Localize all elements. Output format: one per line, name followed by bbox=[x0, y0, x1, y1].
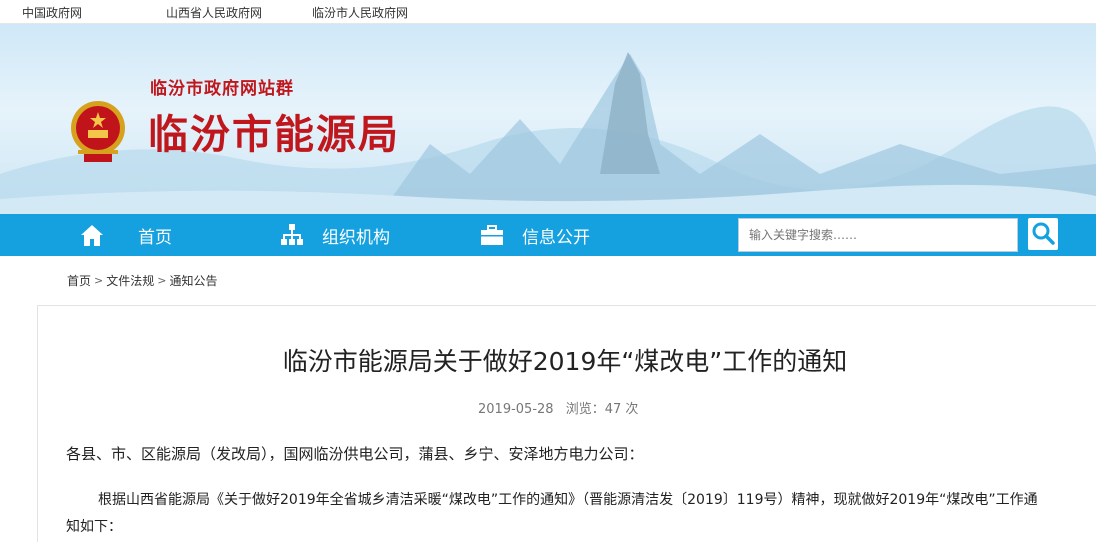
link-shanxi-gov[interactable]: 山西省人民政府网 bbox=[166, 4, 262, 21]
nav-info[interactable]: 信息公开 bbox=[480, 214, 590, 256]
nav-info-label: 信息公开 bbox=[522, 227, 590, 248]
article-title: 临汾市能源局关于做好2019年“煤改电”工作的通知 bbox=[282, 347, 848, 376]
national-emblem-icon bbox=[71, 101, 125, 162]
article-meta: 2019-05-28 浏览：47 次 bbox=[478, 398, 646, 417]
breadcrumb: 首页 > 文件法规 > 通知公告 bbox=[67, 272, 217, 289]
breadcrumb-regulations[interactable]: 文件法规 bbox=[106, 272, 154, 289]
link-gov-cn[interactable]: 中国政府网 bbox=[22, 4, 82, 21]
nav-org-label: 组织机构 bbox=[322, 227, 390, 248]
chevron-right-icon: > bbox=[94, 274, 104, 287]
site-title: 临汾市能源局 bbox=[148, 111, 400, 158]
home-icon bbox=[81, 225, 103, 246]
article-date: 2019-05-28 bbox=[478, 402, 554, 417]
site-banner: 临汾市政府网站群 临汾市能源局 bbox=[0, 24, 1096, 214]
search-button[interactable] bbox=[1028, 218, 1058, 250]
briefcase-icon bbox=[481, 225, 503, 245]
article-paragraph: 根据山西省能源局《关于做好2019年全省城乡清洁采暖“煤改电”工作的通知》（晋能… bbox=[66, 492, 1038, 535]
nav-home-label: 首页 bbox=[138, 227, 172, 248]
nav-org[interactable]: 组织机构 bbox=[280, 214, 390, 256]
nav-home[interactable]: 首页 bbox=[80, 214, 172, 256]
breadcrumb-notices[interactable]: 通知公告 bbox=[169, 272, 217, 289]
article-views: 浏览：47 次 bbox=[565, 402, 639, 417]
search-icon bbox=[1032, 222, 1055, 245]
chevron-right-icon: > bbox=[157, 274, 167, 287]
link-linfen-gov[interactable]: 临汾市人民政府网 bbox=[312, 4, 408, 21]
search-input[interactable] bbox=[738, 218, 1018, 252]
breadcrumb-home[interactable]: 首页 bbox=[67, 272, 91, 289]
org-chart-icon bbox=[281, 224, 303, 245]
top-links-bar: 中国政府网 山西省人民政府网 临汾市人民政府网 bbox=[0, 0, 1096, 24]
site-group-label: 临汾市政府网站群 bbox=[150, 79, 294, 99]
article-paragraph: 各县、市、区能源局（发改局），国网临汾供电公司，蒲县、乡宁、安泽地方电力公司： bbox=[66, 445, 644, 463]
